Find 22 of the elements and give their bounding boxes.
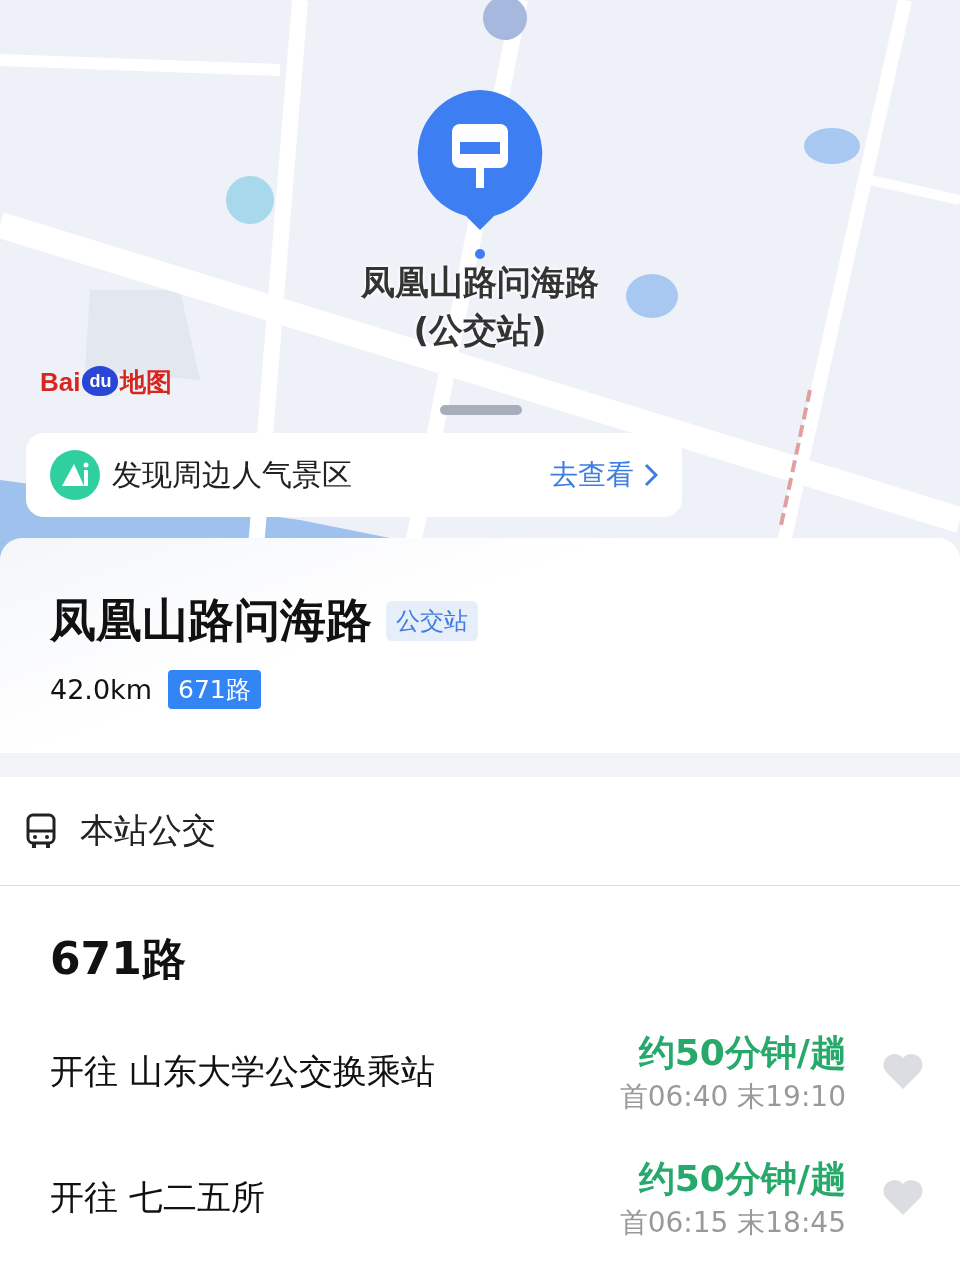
frequency-text: 约50分钟/趟 (638, 1156, 846, 1201)
favorite-heart-icon[interactable] (882, 1053, 924, 1091)
drag-handle[interactable] (440, 405, 522, 415)
section-title: 本站公交 (80, 809, 216, 852)
frequency-text: 约50分钟/趟 (638, 1030, 846, 1075)
direction-text: 开往 山东大学公交换乘站 (50, 1050, 436, 1093)
distance-text: 42.0km (50, 674, 153, 705)
chevron-right-icon (644, 463, 658, 487)
stop-label: 凤凰山路问海路(公交站) (360, 261, 600, 352)
service-hours: 首06:40 末19:10 (619, 1078, 846, 1115)
mountain-icon (50, 450, 100, 500)
route-tag: 671路 (168, 670, 261, 709)
discover-text: 发现周边人气景区 (112, 455, 353, 494)
direction-text: 开往 七二五所 (50, 1176, 266, 1219)
route-name: 671路 (49, 932, 187, 986)
map-logo: Bai du 地图 (40, 366, 173, 396)
bus-icon (26, 813, 56, 849)
view-link[interactable]: 去查看 (550, 456, 658, 494)
favorite-heart-icon[interactable] (882, 1179, 924, 1217)
stop-type-tag: 公交站 (386, 601, 478, 641)
stop-name: 凤凰山路问海路 (50, 592, 372, 649)
service-hours: 首06:15 末18:45 (619, 1204, 846, 1241)
